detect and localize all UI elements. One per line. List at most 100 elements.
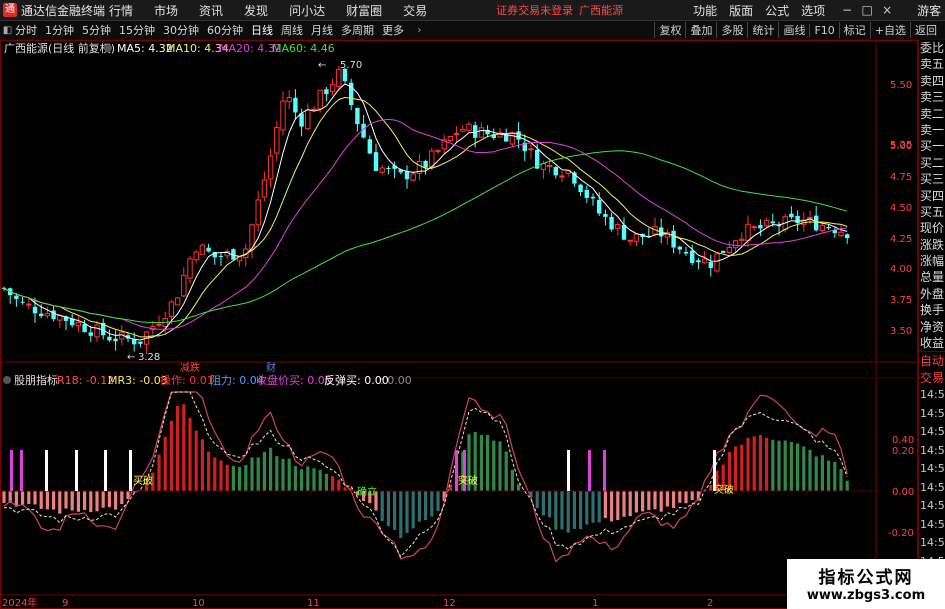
tick-time: 14:56 (920, 425, 945, 439)
date-label: 2024年 (2, 596, 37, 609)
collapse-left-icon[interactable]: ◧ (0, 25, 15, 36)
menu-wealth[interactable]: 财富圈 (346, 2, 382, 19)
candle (274, 121, 280, 162)
period-60min[interactable]: 60分钟 (207, 22, 243, 38)
candle (82, 319, 87, 333)
menu-function[interactable]: 功能 (693, 2, 717, 19)
menu-market[interactable]: 市场 (154, 2, 178, 19)
side-field-label[interactable]: 卖五 (919, 56, 945, 72)
side-field-label[interactable]: 总量 (919, 269, 945, 285)
candle (584, 185, 589, 204)
price-tick: 4.50 (890, 203, 912, 214)
candle (293, 89, 298, 120)
adjust-button[interactable]: 复权 (654, 22, 685, 38)
indicator-bar (603, 491, 607, 519)
maximize-icon[interactable]: □ (857, 3, 877, 17)
side-field-label[interactable]: 买二 (919, 155, 945, 171)
period-5min[interactable]: 5分钟 (82, 22, 111, 38)
indicator-bar (95, 491, 99, 512)
signal-stick (129, 450, 132, 491)
period-1min[interactable]: 1分钟 (45, 22, 74, 38)
indicator-menu-icon[interactable] (3, 376, 11, 384)
menu-ask[interactable]: 问小达 (289, 2, 325, 19)
side-field-label[interactable]: 收益 (919, 335, 945, 351)
candle (814, 205, 819, 232)
indicator-bar (802, 446, 806, 491)
period-intraday[interactable]: 分时 (15, 22, 37, 38)
indicator-bar (585, 491, 589, 525)
high-arrow-icon: ← (318, 60, 326, 71)
chart-menu-icon[interactable] (104, 44, 112, 52)
price-axis: 5.50 5.25 5.00 4.75 4.50 4.25 4.00 3.75 … (890, 80, 912, 337)
indicator-bar (740, 444, 744, 491)
marker-label[interactable]: 财 (266, 361, 276, 374)
menu-layout[interactable]: 版面 (729, 2, 753, 19)
side-field-label[interactable]: 买三 (919, 171, 945, 187)
side-field-label[interactable]: 现价 (919, 220, 945, 236)
minimize-icon[interactable]: − (837, 3, 857, 17)
side-field-label[interactable]: 涨跌 (919, 237, 945, 253)
high-price-label: 5.70 (340, 60, 362, 71)
signal-label: 确立 (357, 485, 377, 498)
candle (714, 253, 720, 273)
period-more[interactable]: 更多 (382, 22, 404, 38)
candle (633, 233, 640, 247)
kline-chart[interactable]: 广西能源(日线 前复权) MA5: 4.32 MA10: 4.34 MA20: … (0, 40, 918, 609)
indicator-bar (479, 434, 483, 491)
menu-options[interactable]: 选项 (801, 2, 825, 19)
mark-button[interactable]: 标记 (838, 22, 870, 38)
draw-line-button[interactable]: 画线 (778, 22, 809, 38)
period-15min[interactable]: 15分钟 (119, 22, 155, 38)
user-label[interactable]: 游客 (917, 2, 941, 19)
signal-label: 突破 (458, 474, 478, 487)
side-field-label[interactable]: 卖一 (919, 122, 945, 138)
candle (329, 78, 336, 96)
side-field-label[interactable]: 买五 (919, 204, 945, 220)
indicator-bar (498, 441, 502, 491)
indicator-bar (306, 466, 310, 491)
candle (789, 206, 794, 220)
indicator-bar (796, 443, 800, 491)
f10-button[interactable]: F10 (809, 23, 838, 37)
auto-trade-label[interactable]: 交易 (919, 370, 945, 386)
overlay-button[interactable]: 叠加 (685, 22, 716, 38)
side-field-label[interactable]: 卖三 (919, 89, 945, 105)
side-field-label[interactable]: 卖二 (919, 106, 945, 122)
menu-discover[interactable]: 发现 (244, 2, 268, 19)
marker-label[interactable]: 减跌 (180, 361, 200, 374)
side-field-label[interactable]: 委比 (919, 40, 945, 56)
period-daily[interactable]: 日线 (251, 22, 273, 38)
menu-trade[interactable]: 交易 (403, 2, 427, 19)
indicator-tick: -0.20 (888, 528, 914, 539)
stats-button[interactable]: 统计 (747, 22, 778, 38)
side-field-label[interactable]: 涨幅 (919, 253, 945, 269)
stock-name-top: 广西能源 (579, 4, 624, 17)
side-field-label[interactable]: 外盘 (919, 286, 945, 302)
signal-stick (20, 450, 23, 491)
chevron-right-icon[interactable]: › (412, 25, 427, 36)
candle (218, 252, 224, 266)
period-weekly[interactable]: 周线 (281, 22, 303, 38)
side-field-label[interactable]: 买一 (919, 138, 945, 154)
side-field-label[interactable]: 净资 (919, 319, 945, 335)
menu-news[interactable]: 资讯 (199, 2, 223, 19)
side-field-label[interactable]: 卖四 (919, 73, 945, 89)
tick-time: 14:56 (920, 499, 945, 513)
candle (677, 245, 682, 254)
menu-quotes[interactable]: 行情 (109, 2, 133, 19)
add-watchlist-button[interactable]: +自选 (869, 22, 910, 38)
period-monthly[interactable]: 月线 (311, 22, 333, 38)
chart-area[interactable]: 广西能源(日线 前复权) MA5: 4.32 MA10: 4.34 MA20: … (0, 40, 918, 609)
auto-trade-label[interactable]: 自动 (919, 353, 945, 369)
period-multi[interactable]: 多周期 (341, 22, 374, 38)
indicator-bar (610, 491, 614, 522)
login-status[interactable]: 证券交易未登录 (496, 2, 573, 18)
menu-formula[interactable]: 公式 (765, 2, 789, 19)
back-button[interactable]: 返回 (910, 22, 941, 38)
multi-stock-button[interactable]: 多股 (716, 22, 747, 38)
period-30min[interactable]: 30分钟 (163, 22, 199, 38)
side-field-label[interactable]: 买四 (919, 188, 945, 204)
close-icon[interactable]: × (877, 3, 897, 17)
candle (361, 114, 366, 139)
side-field-label[interactable]: 换手 (919, 302, 945, 318)
